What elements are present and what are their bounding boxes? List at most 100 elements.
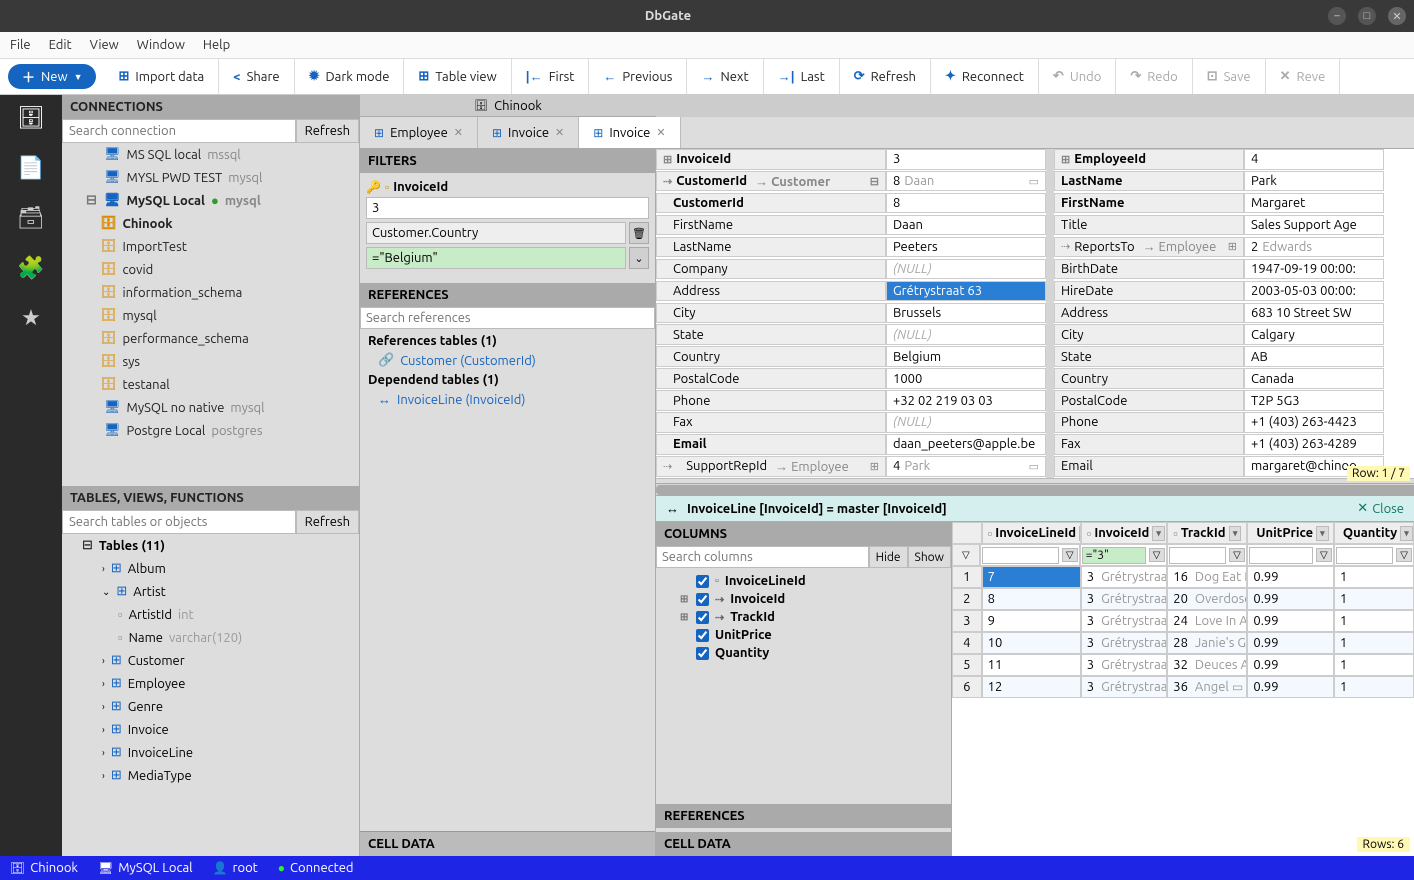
prop-value-state[interactable]: (NULL) bbox=[886, 324, 1046, 345]
cell-invoiceid[interactable]: 3Grétrystraat 63▭ bbox=[1081, 632, 1167, 654]
prop-value-hiredate[interactable]: 2003-05-03 00:00: bbox=[1244, 281, 1384, 302]
new-button[interactable]: ＋New ▼ bbox=[8, 64, 96, 89]
header-invoiceid[interactable]: ▫InvoiceId▾ bbox=[1081, 522, 1167, 544]
connection-mysql-local[interactable]: ⊟🖥MySQL Local ● mysql bbox=[62, 189, 359, 212]
close-detail-button[interactable]: ✕Close bbox=[1357, 501, 1404, 516]
connection-ms-sql-local[interactable]: 🖥MS SQL local mssql bbox=[62, 143, 359, 166]
database-importtest[interactable]: 🗄ImportTest bbox=[62, 235, 359, 258]
cell-invoiceid[interactable]: 3Grétrystraat 63▭ bbox=[1081, 676, 1167, 698]
header-invoicelineid[interactable]: ▫InvoiceLineId▾ bbox=[982, 522, 1081, 544]
chevron-down-icon[interactable]: ▾ bbox=[1400, 526, 1413, 541]
prop-value-phone[interactable]: +32 02 219 03 03 bbox=[886, 390, 1046, 411]
tab-invoice[interactable]: ⊞Invoice✕ bbox=[579, 117, 680, 148]
refresh-button[interactable]: ⟳Refresh bbox=[840, 59, 931, 94]
prop-value-postalcode[interactable]: 1000 bbox=[886, 368, 1046, 389]
cell-invoicelineid[interactable]: 7 bbox=[982, 566, 1081, 588]
menu-window[interactable]: Window bbox=[137, 38, 185, 52]
reconnect-button[interactable]: ✦Reconnect bbox=[931, 59, 1039, 94]
filter-delete-button[interactable]: 🗑 bbox=[629, 222, 649, 244]
prop-value-title[interactable]: Sales Support Age bbox=[1244, 215, 1384, 236]
db-tab[interactable]: 🗄Chinook bbox=[360, 95, 656, 117]
next-button[interactable]: →Next bbox=[687, 59, 763, 94]
close-icon[interactable]: ✕ bbox=[555, 126, 564, 139]
column-checkbox[interactable] bbox=[696, 593, 709, 606]
database-icon[interactable]: 🗄 bbox=[17, 105, 45, 131]
previous-button[interactable]: ←Previous bbox=[589, 59, 687, 94]
prop-value-firstname[interactable]: Margaret bbox=[1244, 193, 1384, 214]
table-row[interactable]: 4103Grétrystraat 63▭28Janie's Got A▭0.99… bbox=[952, 632, 1414, 654]
filter-invoiceid-input[interactable] bbox=[366, 197, 649, 219]
header-unitprice[interactable]: UnitPrice▾ bbox=[1247, 522, 1333, 544]
table-row[interactable]: 5113Grétrystraat 63▭32Deuces Are V▭0.991 bbox=[952, 654, 1414, 676]
reference-link-customer[interactable]: 🔗Customer (CustomerId) bbox=[368, 351, 647, 370]
filter-input-unitprice[interactable] bbox=[1249, 547, 1313, 564]
prop-value-city[interactable]: Calgary bbox=[1244, 324, 1384, 345]
prop-value-phone[interactable]: +1 (403) 263-4423 bbox=[1244, 412, 1384, 433]
filter-funnel-button[interactable]: ⌄ bbox=[629, 247, 649, 269]
prop-value-fax[interactable]: (NULL) bbox=[886, 412, 1046, 433]
horizontal-scrollbar[interactable] bbox=[656, 483, 1414, 495]
cell-trackid[interactable]: 24Love In An El▭ bbox=[1167, 610, 1247, 632]
filter-icon[interactable]: ▽ bbox=[1229, 548, 1245, 562]
filter-icon[interactable]: ▽ bbox=[1316, 548, 1332, 562]
menu-file[interactable]: File bbox=[10, 38, 31, 52]
prop-value-address[interactable]: Grétrystraat 63 bbox=[886, 281, 1046, 302]
table-album[interactable]: ›⊞Album bbox=[62, 557, 359, 580]
chevron-down-icon[interactable]: ▾ bbox=[1229, 526, 1242, 541]
database-performance_schema[interactable]: 🗄performance_schema bbox=[62, 327, 359, 350]
filter-country-label-input[interactable] bbox=[366, 222, 626, 244]
refresh-connections-button[interactable]: Refresh bbox=[296, 119, 359, 143]
prop-value-postalcode[interactable]: T2P 5G3 bbox=[1244, 390, 1384, 411]
filter-country-value-input[interactable] bbox=[366, 247, 626, 269]
filter-input-invoiceid[interactable] bbox=[1082, 547, 1146, 564]
connection-mysl-pwd-test[interactable]: 🖥MYSL PWD TEST mysql bbox=[62, 166, 359, 189]
header-quantity[interactable]: Quantity▾ bbox=[1334, 522, 1414, 544]
search-columns-input[interactable] bbox=[656, 546, 869, 568]
status-db[interactable]: 🗄Chinook bbox=[10, 861, 78, 875]
import-data-button[interactable]: ⊞Import data bbox=[104, 59, 219, 94]
connection-mysql-no-native[interactable]: 🖥MySQL no native mysql bbox=[62, 396, 359, 419]
cell-unitprice[interactable]: 0.99 bbox=[1247, 676, 1333, 698]
search-connection-input[interactable] bbox=[62, 119, 296, 143]
column-checkbox[interactable] bbox=[696, 611, 709, 624]
show-columns-button[interactable]: Show bbox=[908, 546, 951, 568]
close-button[interactable]: ✕ bbox=[1388, 7, 1406, 25]
chevron-down-icon[interactable]: ▾ bbox=[1316, 526, 1329, 541]
prop-value-invoiceid[interactable]: 3 bbox=[886, 149, 1046, 170]
prop-value-email[interactable]: daan_peeters@apple.be bbox=[886, 434, 1046, 455]
column-artistid[interactable]: ▫ArtistId int bbox=[62, 603, 359, 626]
filter-input-invoicelineid[interactable] bbox=[982, 547, 1059, 564]
cell-trackid[interactable]: 36Angel▭ bbox=[1167, 676, 1247, 698]
database-mysql[interactable]: 🗄mysql bbox=[62, 304, 359, 327]
status-server[interactable]: 🖥MySQL Local bbox=[98, 861, 193, 875]
reference-link-invoiceline[interactable]: ↔InvoiceLine (InvoiceId) bbox=[368, 390, 647, 409]
prop-value-address[interactable]: 683 10 Street SW bbox=[1244, 303, 1384, 324]
prop-value-firstname[interactable]: Daan bbox=[886, 215, 1046, 236]
prop-value-customerid[interactable]: 8 Daan▭ bbox=[886, 171, 1046, 192]
database-testanal[interactable]: 🗄testanal bbox=[62, 373, 359, 396]
minimize-button[interactable]: – bbox=[1328, 7, 1346, 25]
cell-unitprice[interactable]: 0.99 bbox=[1247, 588, 1333, 610]
table-view-button[interactable]: ⊞Table view bbox=[404, 59, 511, 94]
header-trackid[interactable]: ▫TrackId▾ bbox=[1167, 522, 1247, 544]
cell-invoiceid[interactable]: 3Grétrystraat 63▭ bbox=[1081, 588, 1167, 610]
tab-employee[interactable]: ⊞Employee✕ bbox=[360, 117, 478, 148]
cell-invoicelineid[interactable]: 12 bbox=[982, 676, 1081, 698]
first-button[interactable]: |←First bbox=[512, 59, 590, 94]
prop-value-country[interactable]: Belgium bbox=[886, 346, 1046, 367]
table-employee[interactable]: ›⊞Employee bbox=[62, 672, 359, 695]
table-row[interactable]: 173Grétrystraat 63▭16Dog Eat Dog▭0.991 bbox=[952, 566, 1414, 588]
prop-value-customerid[interactable]: 8 bbox=[886, 193, 1046, 214]
cell-quantity[interactable]: 1 bbox=[1334, 566, 1414, 588]
table-invoice[interactable]: ›⊞Invoice bbox=[62, 718, 359, 741]
status-user[interactable]: 👤root bbox=[213, 861, 258, 875]
cell-unitprice[interactable]: 0.99 bbox=[1247, 610, 1333, 632]
table-invoiceline[interactable]: ›⊞InvoiceLine bbox=[62, 741, 359, 764]
filter-icon[interactable]: ▽ bbox=[1396, 548, 1412, 562]
cell-quantity[interactable]: 1 bbox=[1334, 654, 1414, 676]
table-row[interactable]: 6123Grétrystraat 63▭36Angel▭0.991 bbox=[952, 676, 1414, 698]
table-customer[interactable]: ›⊞Customer bbox=[62, 649, 359, 672]
table-artist[interactable]: ⌄⊞Artist bbox=[62, 580, 359, 603]
cell-unitprice[interactable]: 0.99 bbox=[1247, 654, 1333, 676]
connection-postgre-local[interactable]: 🖥Postgre Local postgres bbox=[62, 419, 359, 442]
